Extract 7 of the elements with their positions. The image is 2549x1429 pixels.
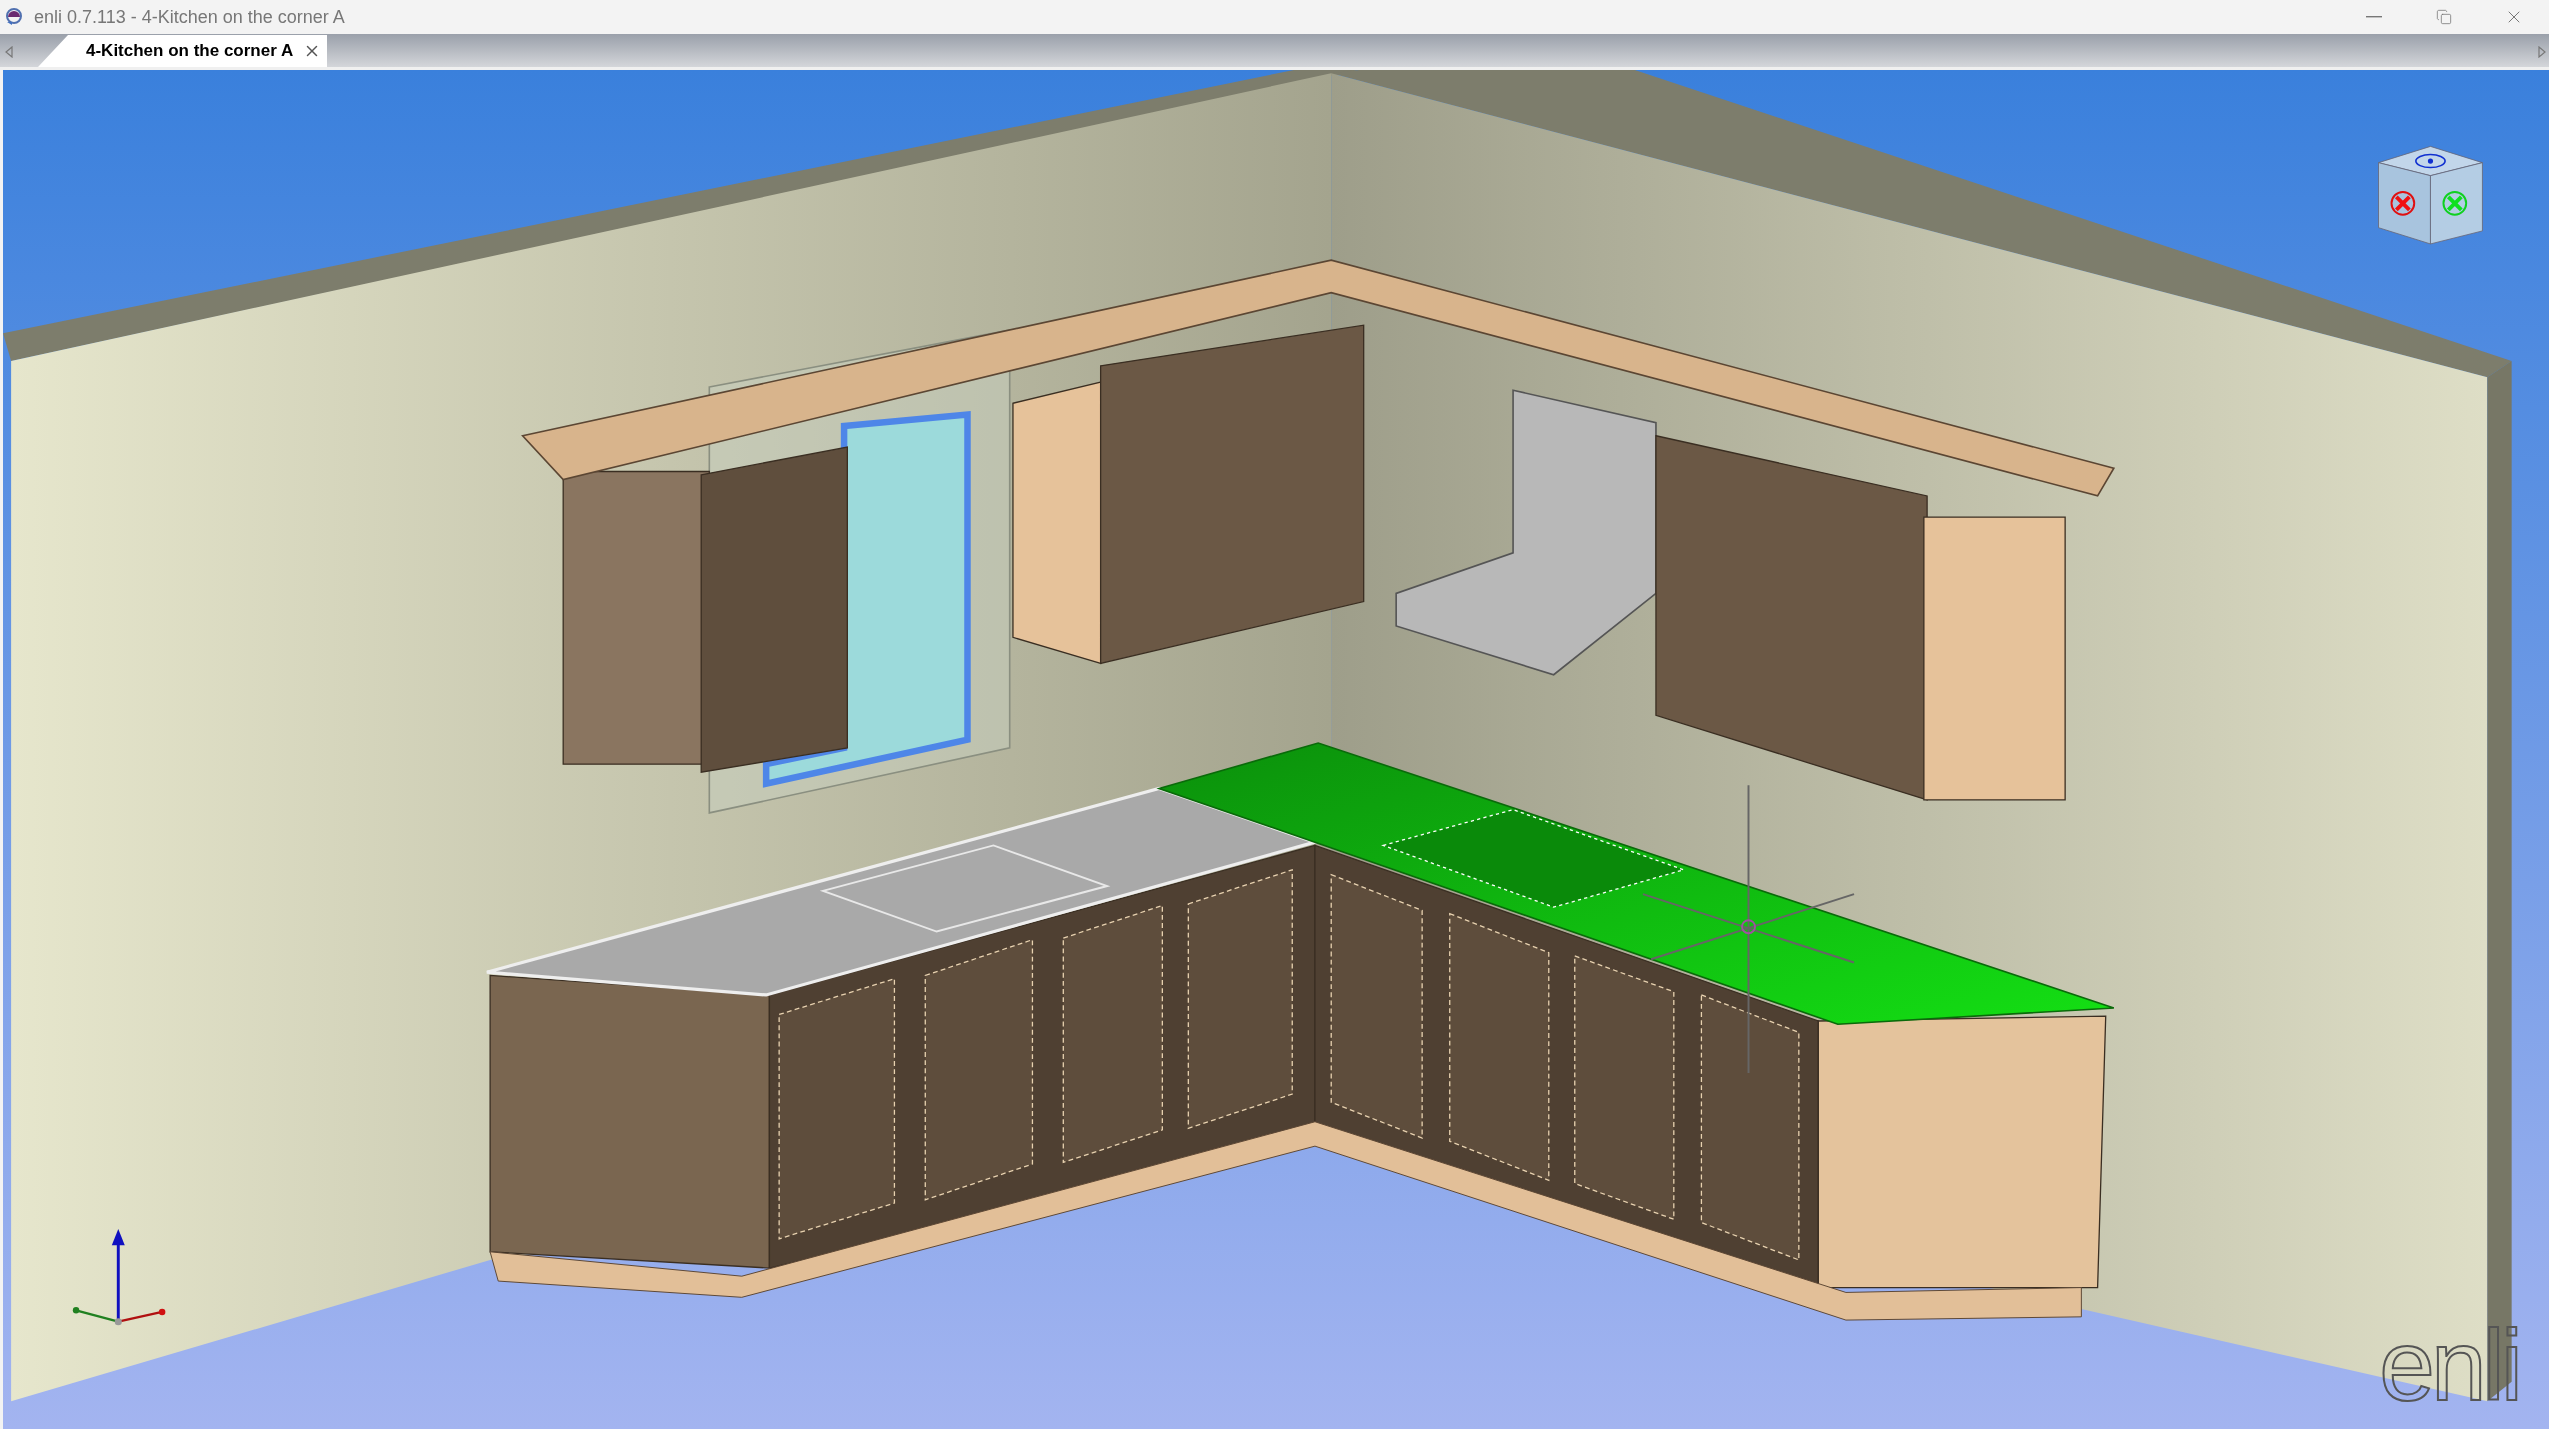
axis-triad-icon: [72, 1229, 166, 1326]
window-title: enli 0.7.113 - 4-Kitchen on the corner A: [34, 5, 345, 29]
minimize-icon: [2366, 16, 2382, 18]
document-tab[interactable]: 4-Kitchen on the corner A: [38, 35, 328, 67]
view-cube-icon: [2378, 146, 2483, 245]
restore-icon: [2436, 9, 2452, 25]
app-logo-icon: [4, 7, 24, 27]
